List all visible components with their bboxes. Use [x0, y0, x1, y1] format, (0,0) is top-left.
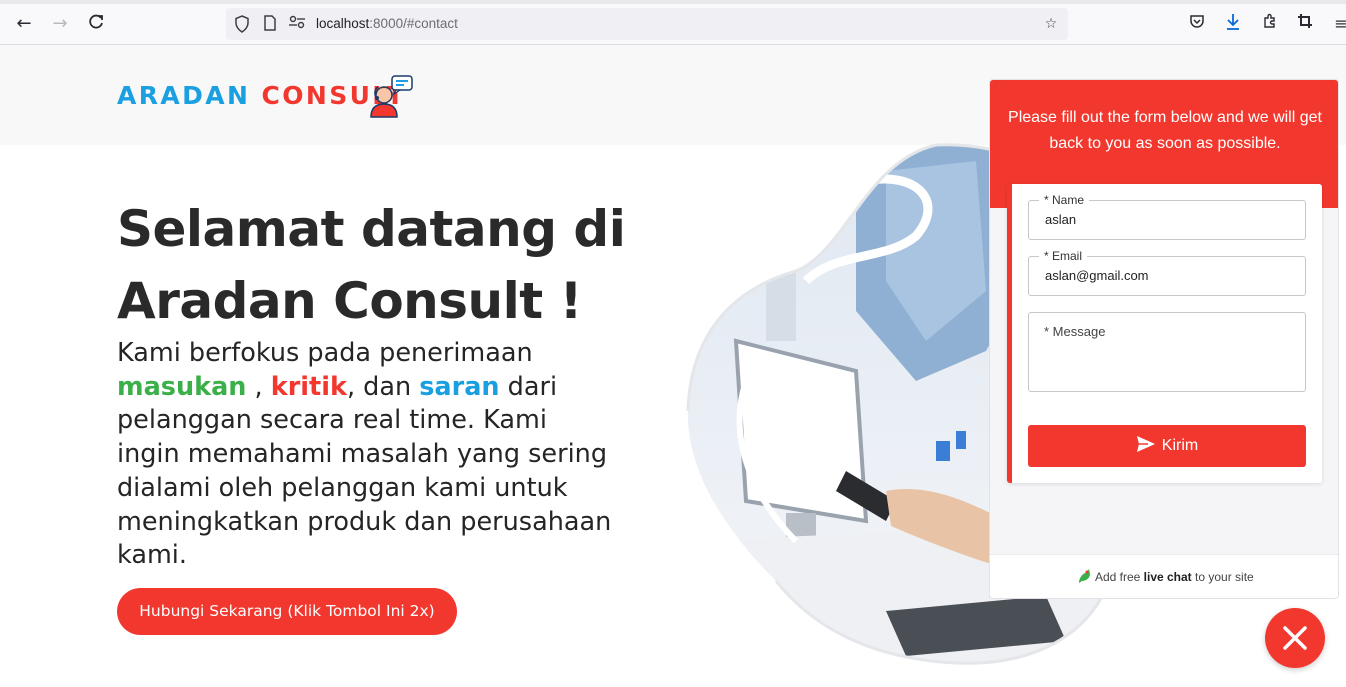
back-icon[interactable]: ←	[13, 13, 35, 35]
hero-title: Selamat datang di Aradan Consult !	[117, 200, 626, 330]
permissions-icon[interactable]	[288, 15, 306, 33]
reload-icon[interactable]	[85, 13, 107, 35]
download-icon[interactable]	[1222, 13, 1244, 35]
chat-footer-link[interactable]: Add free live chat to your site	[990, 554, 1338, 598]
close-icon	[1283, 626, 1307, 650]
send-icon	[1136, 436, 1155, 452]
page-icon[interactable]	[261, 15, 279, 33]
chat-widget: Please fill out the form below and we wi…	[989, 79, 1339, 599]
url-text[interactable]: localhost:8000/#contact	[316, 16, 458, 31]
forward-icon[interactable]: →	[49, 13, 71, 35]
chat-intro-text: Please fill out the form below and we wi…	[1008, 109, 1322, 152]
submit-label: Kirim	[1161, 437, 1199, 454]
tab-strip	[0, 0, 1346, 4]
keyword-masukan: masukan	[117, 371, 247, 402]
keyword-saran: saran	[419, 371, 500, 402]
livechat-logo-icon	[1079, 569, 1091, 583]
bookmark-star-icon[interactable]: ☆	[1042, 15, 1060, 33]
page: ARADAN CONSULT Selamat datang di Aradan …	[0, 45, 1346, 687]
email-label: * Email	[1039, 249, 1088, 263]
email-field[interactable]: * Email aslan@gmail.com	[1028, 249, 1306, 296]
message-placeholder: * Message	[1044, 324, 1106, 339]
chat-close-button[interactable]	[1265, 608, 1325, 668]
contact-form: * Name aslan * Email aslan@gmail.com * M…	[1007, 184, 1322, 483]
menu-icon[interactable]: ≡	[1330, 13, 1346, 35]
url-bar[interactable]: localhost:8000/#contact ☆	[226, 8, 1068, 40]
message-field[interactable]: * Message	[1028, 312, 1306, 392]
name-field[interactable]: * Name aslan	[1028, 193, 1306, 240]
keyword-kritik: kritik	[270, 371, 347, 402]
shield-icon[interactable]	[233, 15, 251, 33]
name-label: * Name	[1039, 193, 1090, 207]
site-logo[interactable]: ARADAN CONSULT	[117, 81, 406, 110]
extensions-icon[interactable]	[1259, 13, 1281, 35]
browser-toolbar: ← → localhost:8000/#contact ☆ ≡	[0, 0, 1346, 45]
submit-button[interactable]: Kirim	[1028, 425, 1306, 467]
hero-body-intro: Kami berfokus pada penerimaan	[117, 338, 533, 368]
screenshot-icon[interactable]	[1294, 13, 1316, 35]
pocket-icon[interactable]	[1186, 13, 1208, 35]
contact-now-button[interactable]: Hubungi Sekarang (Klik Tombol Ini 2x)	[117, 588, 457, 635]
name-value[interactable]: aslan	[1045, 212, 1076, 227]
hero-description: Kami berfokus pada penerimaan masukan , …	[117, 338, 612, 571]
support-agent-icon	[368, 75, 416, 119]
email-value[interactable]: aslan@gmail.com	[1045, 268, 1149, 283]
